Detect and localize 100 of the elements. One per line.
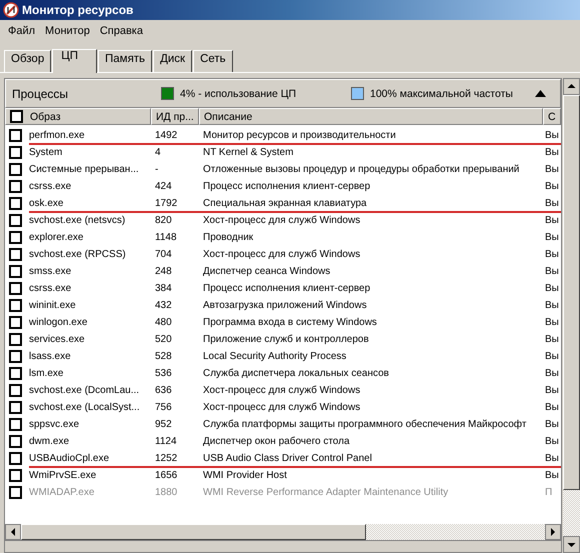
table-cell-text: Отложенные вызовы процедур и процедуры обработки прерываний [202, 163, 520, 177]
table-cell: lsass.exe [29, 351, 71, 362]
checkbox[interactable] [9, 384, 22, 397]
tab[interactable]: Диск [153, 50, 192, 72]
table-cell-text: Процесс исполнения клиент-сервер [202, 282, 372, 296]
table-cell-text: 528 [154, 350, 173, 364]
table-cell: svchost.exe (RPCSS) [29, 249, 126, 260]
table-cell: perfmon.exe [29, 130, 85, 141]
tab[interactable]: Память [98, 50, 152, 72]
table-cell-text: 432 [154, 299, 173, 313]
checkbox[interactable] [9, 282, 22, 295]
checkbox[interactable] [9, 197, 22, 210]
menu-item[interactable]: Справка [96, 25, 149, 37]
table-cell-text: П [544, 486, 554, 500]
table-cell: wininit.exe [29, 300, 76, 311]
table-cell: winlogon.exe [29, 317, 88, 328]
table-cell-text: 424 [154, 180, 173, 194]
checkbox[interactable] [9, 316, 22, 329]
table-cell: smss.exe [29, 266, 72, 277]
table-cell: services.exe [29, 334, 85, 345]
scroll-thumb[interactable] [21, 524, 366, 540]
table-cell-text: Вы [544, 214, 560, 228]
column-header[interactable]: ИД пр... [151, 108, 199, 125]
horizontal-scrollbar[interactable] [5, 524, 561, 540]
table-cell-text: Хост-процесс для служб Windows [202, 248, 362, 262]
table-cell-text: Вы [544, 299, 560, 313]
table-cell-text: 756 [154, 401, 173, 415]
checkbox[interactable] [9, 248, 22, 261]
checkbox[interactable] [9, 265, 22, 278]
checkbox[interactable] [9, 435, 22, 448]
checkbox[interactable] [9, 231, 22, 244]
table-cell-text: Вы [544, 350, 560, 364]
menu-item[interactable]: Файл [4, 25, 42, 37]
vertical-scrollbar[interactable] [563, 78, 580, 553]
table-cell: svchost.exe (netsvcs) [29, 215, 126, 226]
table-cell-text: 248 [154, 265, 173, 279]
checkbox[interactable] [9, 129, 22, 142]
tab[interactable]: Сеть [193, 50, 233, 72]
table-cell-text: Вы [544, 435, 560, 449]
table-cell-text: Вы [544, 333, 560, 347]
table-cell: csrss.exe [29, 283, 72, 294]
checkbox[interactable] [9, 146, 22, 159]
table-cell: lsm.exe [29, 368, 64, 379]
table-cell-text: - [154, 163, 160, 177]
table-cell-text: 636 [154, 384, 173, 398]
checkbox[interactable] [9, 180, 22, 193]
scroll-thumb[interactable] [563, 95, 580, 490]
menu-item[interactable]: Монитор [41, 25, 96, 37]
table-cell: csrss.exe [29, 181, 72, 192]
table-cell-text: Вы [544, 316, 560, 330]
table-cell-text: Вы [544, 180, 560, 194]
checkbox[interactable] [9, 452, 22, 465]
table-cell-text: 704 [154, 248, 173, 262]
checkbox[interactable] [9, 469, 22, 482]
table-cell: svchost.exe (LocalSyst... [29, 402, 140, 413]
table-cell-text: WMI Provider Host [202, 469, 288, 483]
table-cell-text: Монитор ресурсов и производительности [202, 129, 397, 143]
table-cell-text: Вы [544, 265, 560, 279]
table-cell: System [29, 147, 62, 158]
table-cell-text: 480 [154, 316, 173, 330]
table-cell-text: Диспетчер сеанса Windows [202, 265, 332, 279]
checkbox[interactable] [9, 333, 22, 346]
table-cell-text: 952 [154, 418, 173, 432]
checkbox[interactable] [9, 486, 22, 499]
table-cell-text: Приложение служб и контроллеров [202, 333, 370, 347]
table-cell-text: 1492 [154, 129, 178, 143]
table-cell-text: 384 [154, 282, 173, 296]
column-header[interactable]: Образ [30, 110, 61, 122]
checkbox[interactable] [10, 110, 23, 123]
table-cell-text: 1880 [154, 486, 178, 500]
legend-label: 100% максимальной частоты [370, 88, 513, 100]
table-cell-text: 520 [154, 333, 173, 347]
checkbox[interactable] [9, 163, 22, 176]
section-header[interactable]: Процессы 4% - использование ЦП 100% максимальной частоты [5, 79, 561, 108]
table-cell-text: USB Audio Class Driver Control Panel [202, 452, 373, 466]
checkbox[interactable] [9, 367, 22, 380]
table-cell-text: Вы [544, 197, 560, 211]
checkbox[interactable] [9, 418, 22, 431]
table-cell: Системные прерыван... [29, 164, 139, 175]
table-cell-text: Хост-процесс для служб Windows [202, 384, 362, 398]
table-cell-text: Вы [544, 469, 560, 483]
table-cell: USBAudioCpl.exe [29, 453, 110, 464]
table-cell-text: Вы [544, 367, 560, 381]
legend-label: 4% - использование ЦП [180, 88, 296, 100]
table-cell-text: Вы [544, 401, 560, 415]
column-header[interactable]: Описание [199, 108, 543, 125]
table-cell-text: 1792 [154, 197, 178, 211]
checkbox[interactable] [9, 214, 22, 227]
column-header[interactable]: С [543, 108, 561, 125]
tab[interactable]: ЦП [52, 49, 97, 73]
checkbox[interactable] [9, 299, 22, 312]
checkbox[interactable] [9, 350, 22, 363]
tab[interactable]: Обзор [4, 50, 52, 72]
checkbox[interactable] [9, 401, 22, 414]
table-cell: explorer.exe [29, 232, 84, 243]
table-cell-text: Служба диспетчера локальных сеансов [202, 367, 390, 381]
table-cell: osk.exe [29, 198, 64, 209]
table-cell-text: 536 [154, 367, 173, 381]
window-title: Монитор ресурсов [22, 3, 134, 17]
table-cell-text: Автозагрузка приложений Windows [202, 299, 368, 313]
